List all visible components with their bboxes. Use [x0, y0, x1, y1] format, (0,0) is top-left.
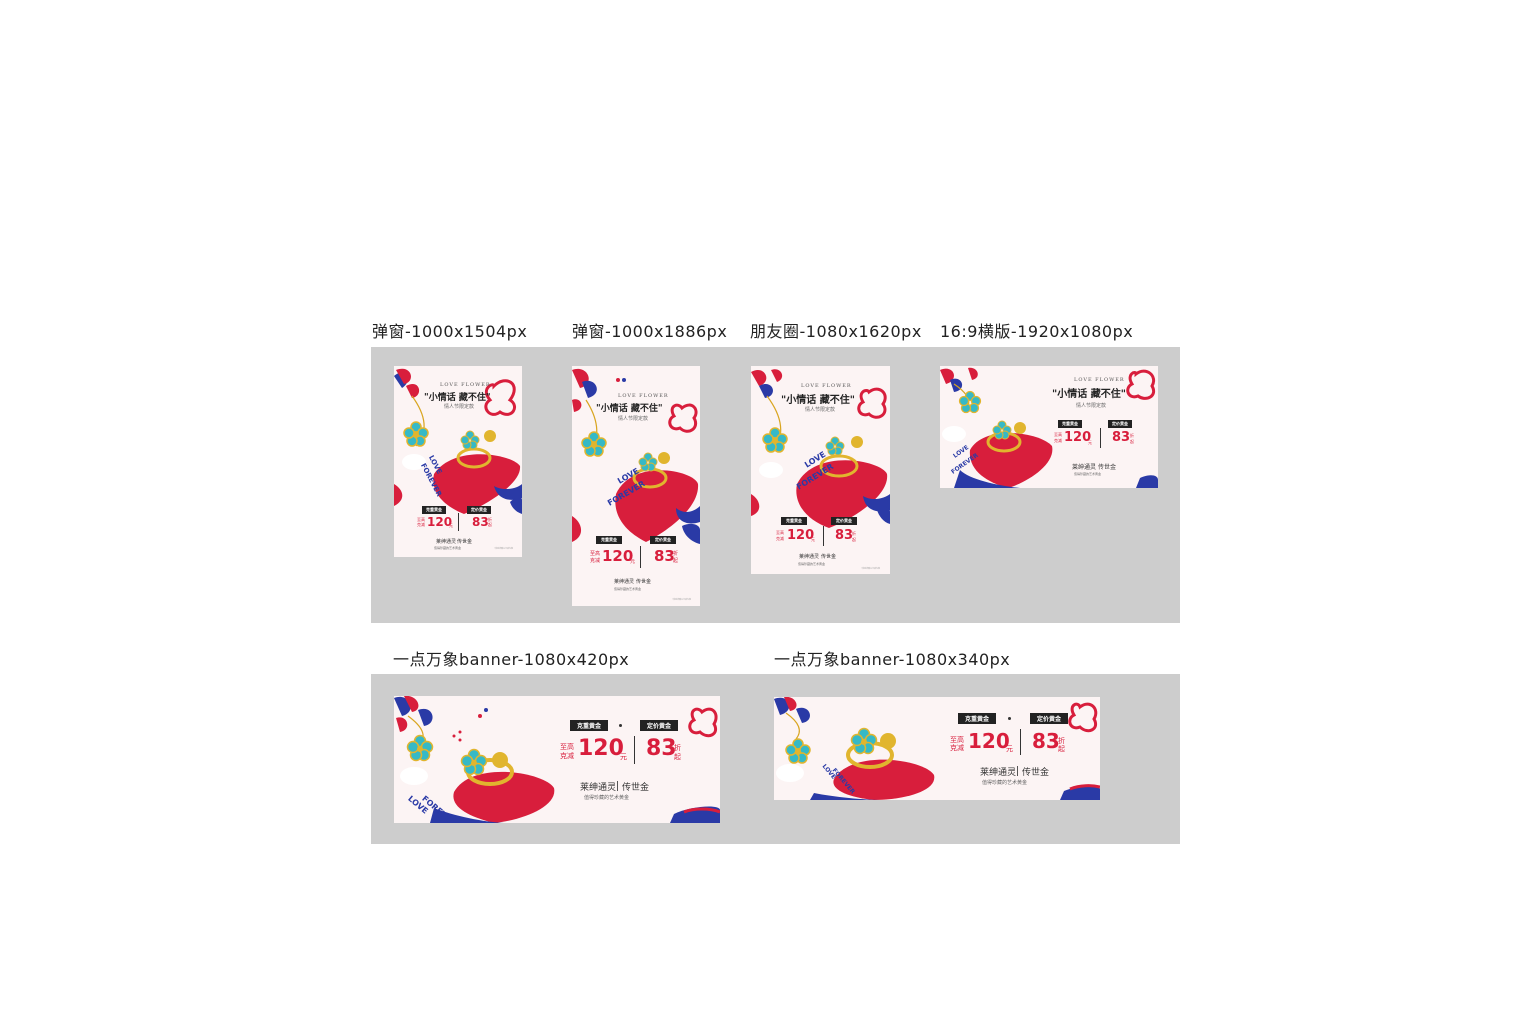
headline: "小情话 藏不住" — [424, 393, 491, 403]
yuan-text: 元 — [620, 753, 627, 761]
tag-fixed: 定价黄金 — [650, 536, 676, 544]
brand-cn: 莱绅通灵 — [614, 579, 635, 585]
per-gram-text: 克减 — [1054, 438, 1062, 443]
slogan: 值得珍藏的艺术黄金 — [434, 546, 462, 550]
qi-text: 起 — [852, 537, 856, 542]
tag-fixed: 定价黄金 — [1108, 420, 1132, 428]
headline: "小情话 藏不住" — [781, 395, 855, 406]
brand-cn-2: 传世金 — [457, 539, 473, 545]
per-gram-text: 克减 — [417, 522, 425, 527]
zhe-text: 折 — [673, 551, 679, 557]
tag-fixed: 定价黄金 — [1030, 713, 1069, 724]
fine-print: *活动详情以门店为准 — [672, 599, 692, 601]
brand-en: LOVE FLOWER — [801, 383, 852, 389]
ad-popup-1886: LOVE FLOWER "小情话 藏不住" 情人节限定款 LOVE FOREVE… — [572, 366, 700, 606]
subtitle: 情人节限定款 — [618, 416, 649, 422]
tag-fixed: 定价黄金 — [467, 506, 491, 514]
qi-text: 起 — [488, 522, 492, 527]
qi-text: 起 — [673, 558, 679, 564]
per-gram-text: 克减 — [590, 558, 601, 564]
rate-value: 83 — [835, 528, 854, 543]
tag-weight: 克重黄金 — [958, 713, 997, 724]
brand-cn-2: 传世金 — [1098, 464, 1117, 471]
ad-moments: LOVE FLOWER "小情话 藏不住" 情人节限定款 LOVE FOREVE… — [751, 366, 890, 574]
qi-text: 起 — [1130, 439, 1134, 444]
rate-value: 83 — [646, 736, 677, 761]
brand-cn: 莱绅通灵 — [799, 554, 820, 560]
subtitle: 情人节限定款 — [805, 407, 836, 413]
brand-cn-2: 传世金 — [636, 579, 652, 585]
rate-value: 83 — [472, 515, 489, 529]
tag-fixed: 定价黄金 — [640, 720, 679, 731]
yuan-text: 元 — [1088, 440, 1092, 445]
label-popup-1504: 弹窗-1000x1504px — [372, 322, 528, 341]
slogan: 值得珍藏的艺术黄金 — [982, 780, 1028, 786]
discount-value: 120 — [578, 736, 624, 761]
brand-en: LOVE FLOWER — [618, 393, 669, 399]
brand-cn: 莱绅通灵 — [980, 768, 1017, 778]
rate-value: 83 — [654, 547, 675, 565]
brand-cn: 莱绅通灵 — [436, 539, 457, 545]
brand-en: LOVE FLOWER — [1074, 377, 1125, 383]
label-landscape: 16:9横版-1920x1080px — [940, 322, 1134, 341]
brand-cn-2: 传世金 — [622, 783, 650, 793]
ad-landscape: LOVE FLOWER "小情话 藏不住" 情人节限定款 LOVE FOREVE… — [940, 366, 1158, 488]
subtitle: 情人节限定款 — [444, 404, 475, 410]
up-to-text: 至高 — [590, 551, 601, 557]
slogan: 值得珍藏的艺术黄金 — [798, 562, 826, 566]
fine-print: *活动详情以门店为准 — [861, 568, 881, 570]
ad-banner-340: LOVE FOREVER 克重黄金 定价黄金 至高 克减 120 元 83 折 … — [774, 697, 1100, 800]
headline: "小情话 藏不住" — [1052, 389, 1126, 400]
slogan: 值得珍藏的艺术黄金 — [614, 587, 642, 591]
ad-banner-420: LOVE FOREVER 克重黄金 定价黄金 至高 克减 120 元 83 折 … — [394, 696, 720, 823]
subtitle: 情人节限定款 — [1076, 403, 1107, 409]
rate-value: 83 — [1112, 430, 1131, 445]
per-gram-text: 克减 — [560, 752, 574, 760]
tag-weight: 克重黄金 — [422, 506, 446, 514]
fine-print: *活动详情以门店为准 — [494, 548, 514, 550]
brand-cn: 莱绅通灵 — [580, 783, 617, 793]
discount-value: 120 — [602, 547, 634, 565]
per-gram-text: 克减 — [776, 536, 784, 541]
rate-value: 83 — [1032, 729, 1060, 753]
yuan-text: 元 — [630, 559, 636, 565]
per-gram-text: 克减 — [950, 744, 964, 752]
discount-value: 120 — [968, 729, 1010, 753]
tag-weight: 克重黄金 — [570, 720, 609, 731]
yuan-text: 元 — [811, 537, 815, 542]
label-banner-340: 一点万象banner-1080x340px — [774, 650, 1011, 669]
qi-text: 起 — [674, 753, 681, 761]
label-moments: 朋友圈-1080x1620px — [750, 322, 922, 341]
tag-weight: 克重黄金 — [1058, 420, 1082, 428]
tag-fixed: 定价黄金 — [831, 517, 857, 525]
ad-popup-1504: LOVE FLOWER "小情话 藏不住" 情人节限定款 LOVE FOREVE… — [394, 366, 522, 557]
qi-text: 起 — [1058, 745, 1065, 753]
label-banner-420: 一点万象banner-1080x420px — [393, 650, 630, 669]
brand-en: LOVE FLOWER — [440, 382, 491, 388]
brand-cn: 莱绅通灵 — [1072, 464, 1097, 471]
brand-cn-2: 传世金 — [1022, 768, 1050, 778]
slogan: 值得珍藏的艺术黄金 — [1074, 472, 1102, 476]
brand-cn-2: 传世金 — [821, 554, 837, 560]
tag-weight: 克重黄金 — [596, 536, 622, 544]
label-popup-1886: 弹窗-1000x1886px — [572, 322, 728, 341]
slogan: 值得珍藏的艺术黄金 — [584, 795, 630, 801]
yuan-text: 元 — [1006, 745, 1013, 753]
headline: "小情话 藏不住" — [596, 404, 663, 414]
tag-weight: 克重黄金 — [781, 517, 807, 525]
yuan-text: 元 — [449, 523, 453, 528]
